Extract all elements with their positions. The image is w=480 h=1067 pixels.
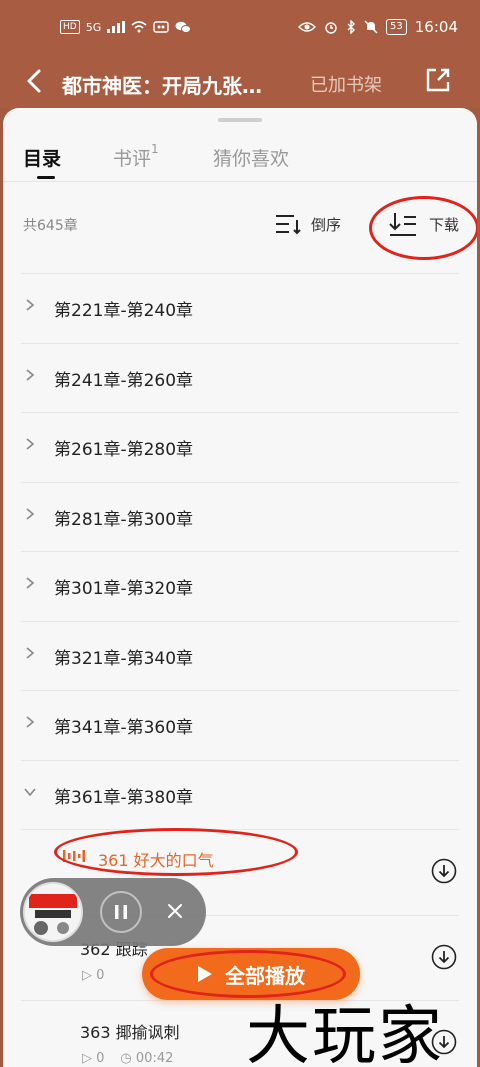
group-label: 第301章-第320章 [54, 579, 194, 599]
network-label: 5G [85, 20, 102, 34]
sort-button[interactable]: 倒序 [275, 204, 341, 244]
notification-icon [153, 21, 169, 33]
tab-catalog[interactable]: 目录 [23, 144, 61, 171]
mini-player[interactable] [20, 878, 206, 946]
chapter-meta: ▷ 0 [82, 968, 104, 983]
group-row[interactable]: 第221章-第240章 [21, 274, 459, 344]
group-row[interactable]: 第341章-第360章 [21, 691, 459, 761]
chapter-meta: ▷ 0 ◷ 00:42 [82, 1051, 173, 1066]
tab-recommend[interactable]: 猜你喜欢 [213, 144, 289, 171]
hd-indicator: HD [60, 20, 80, 34]
chevron-right-icon [26, 299, 35, 311]
tab-reviews[interactable]: 书评1 [113, 142, 159, 171]
download-button[interactable]: 下载 [389, 204, 459, 244]
chapter-row[interactable]: 363 揶揄讽刺 ▷ 0 ◷ 00:42 [21, 1001, 459, 1067]
clock: 16:04 [414, 18, 458, 36]
battery-indicator: 53 [386, 19, 407, 35]
group-row-expanded[interactable]: 第361章-第380章 [21, 761, 459, 830]
chevron-right-icon [26, 577, 35, 589]
play-all-button[interactable]: 全部播放 [142, 948, 360, 1000]
chevron-right-icon [26, 507, 35, 520]
bluetooth-icon [347, 20, 356, 34]
pause-icon [115, 905, 127, 919]
wechat-icon [175, 21, 192, 33]
play-all-label: 全部播放 [225, 963, 305, 988]
play-count-value: 0 [96, 1051, 105, 1066]
added-to-shelf-button[interactable]: 已加书架 [310, 71, 382, 97]
catalog-toolbar: 共645章 倒序 下载 [3, 196, 477, 260]
review-count-badge: 1 [151, 142, 159, 156]
chevron-right-icon [26, 368, 35, 381]
group-label: 第341章-第360章 [54, 718, 194, 738]
group-label: 第321章-第340章 [54, 648, 194, 669]
status-bar: HD 5G 53 16:04 [0, 0, 480, 58]
sort-icon [276, 215, 301, 235]
play-icon [198, 966, 212, 982]
chapter-count: 共645章 [23, 218, 78, 234]
sheet-drag-handle[interactable] [218, 118, 262, 122]
chevron-down-icon [24, 787, 36, 796]
playing-wave-icon [63, 850, 85, 862]
app-header: 都市神医：开局九张… 已加书架 [0, 58, 480, 108]
chapter-title: 361 好大的口气 [98, 851, 214, 870]
book-cover-thumbnail[interactable] [23, 882, 83, 942]
group-row[interactable]: 第261章-第280章 [21, 413, 459, 483]
download-list-icon [389, 213, 416, 236]
share-icon[interactable] [424, 66, 452, 94]
download-icon[interactable] [431, 944, 457, 970]
group-row[interactable]: 第281章-第300章 [21, 483, 459, 552]
group-row[interactable]: 第241章-第260章 [21, 344, 459, 413]
play-count-value: 0 [96, 968, 105, 983]
cover-art [25, 884, 81, 940]
chevron-right-icon [26, 646, 35, 659]
close-icon[interactable] [164, 900, 186, 922]
pause-button[interactable] [100, 891, 142, 933]
download-icon[interactable] [431, 858, 457, 884]
group-row[interactable]: 第321章-第340章 [21, 622, 459, 691]
group-label: 第221章-第240章 [54, 301, 194, 321]
signal-icon [107, 21, 126, 33]
download-icon[interactable] [431, 1029, 457, 1055]
group-label: 第361章-第380章 [54, 787, 194, 808]
play-count: ▷ 0 [82, 1051, 105, 1066]
tab-bar: 目录 书评1 猜你喜欢 [3, 136, 477, 182]
group-label: 第241章-第260章 [54, 370, 194, 391]
download-label: 下载 [429, 215, 460, 234]
chapter-title: 363 揶揄讽刺 [80, 1023, 180, 1042]
active-tab-indicator [37, 176, 55, 179]
back-arrow-icon[interactable] [20, 66, 50, 96]
alarm-icon [325, 22, 337, 34]
tab-reviews-label: 书评 [113, 148, 152, 170]
wifi-icon [131, 21, 147, 33]
chevron-right-icon [26, 716, 35, 728]
chevron-right-icon [26, 438, 35, 450]
group-row[interactable]: 第301章-第320章 [21, 552, 459, 622]
mute-icon [364, 20, 378, 34]
play-count: ▷ 0 [82, 968, 105, 983]
duration: ◷ 00:42 [120, 1051, 174, 1066]
eye-icon [298, 22, 317, 32]
group-label: 第261章-第280章 [54, 440, 194, 460]
group-label: 第281章-第300章 [54, 509, 194, 530]
book-title: 都市神医：开局九张… [62, 74, 262, 98]
duration-value: 00:42 [135, 1051, 174, 1066]
sort-label: 倒序 [311, 215, 342, 234]
